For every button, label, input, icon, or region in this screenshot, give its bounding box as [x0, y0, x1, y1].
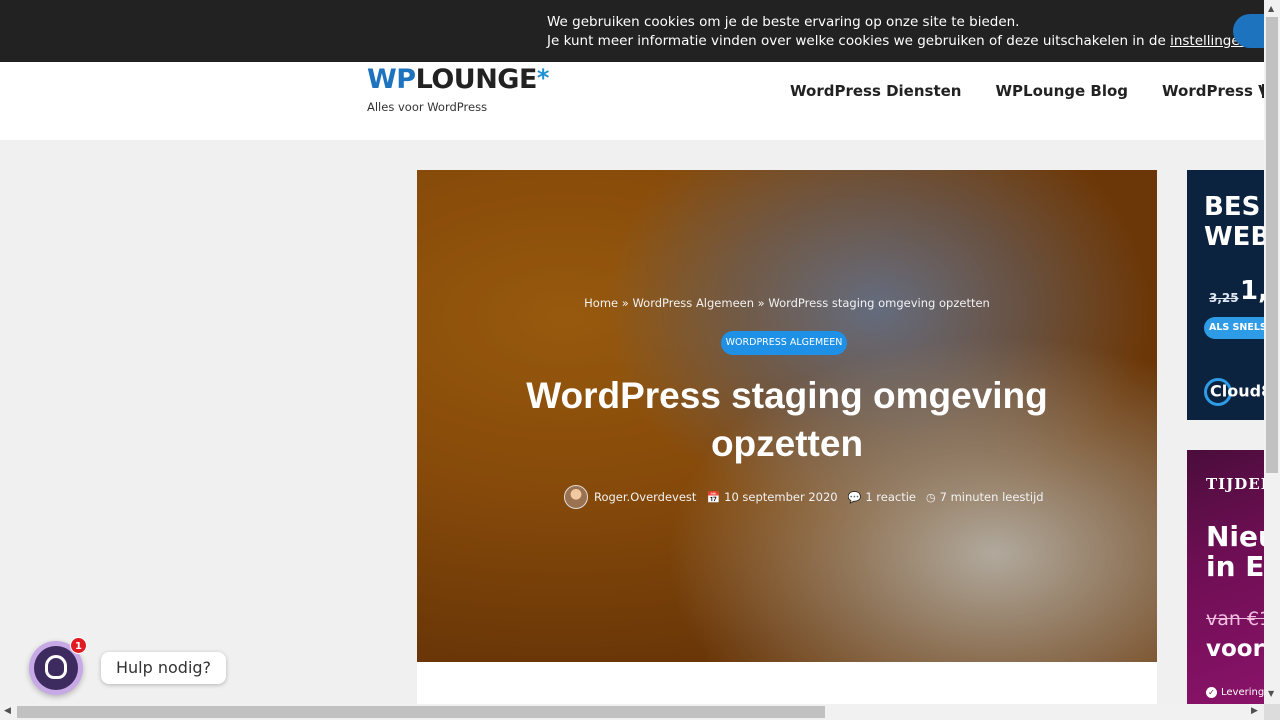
scroll-down-arrow-icon[interactable]: ▼ — [1268, 689, 1274, 698]
ad1-pill: ALS SNELS — [1204, 317, 1264, 339]
hero-content: Home » WordPress Algemeen » WordPress st… — [417, 170, 1157, 662]
site-header: WPLOUNGE* Alles voor WordPress WordPress… — [0, 62, 1264, 140]
site-logo[interactable]: WPLOUNGE* — [367, 64, 549, 95]
scrollbar-corner — [1264, 704, 1280, 720]
chat-notification-badge: 1 — [70, 637, 87, 654]
chat-headset-icon — [45, 655, 67, 679]
ad1-title-line2: WEB — [1204, 222, 1264, 252]
scroll-up-arrow-icon[interactable]: ▲ — [1268, 4, 1274, 13]
main-nav: WordPress Diensten WPLounge Blog WordPre… — [790, 82, 1264, 100]
logo-star: * — [536, 64, 550, 92]
cookie-notice-line2-text: Je kunt meer informatie vinden over welk… — [547, 33, 1171, 49]
post-date: 10 september 2020 — [724, 490, 838, 504]
ad1-title-line1: BES — [1204, 192, 1261, 222]
ad2-tag: TIJDEL — [1206, 475, 1264, 493]
logo-wp: WP — [367, 64, 416, 95]
cookie-notice-text: We gebruiken cookies om je de beste erva… — [547, 13, 1253, 51]
ad1-new-price: 1, — [1240, 276, 1264, 306]
nav-item-wordpress-videos[interactable]: WordPress Video’s — [1162, 82, 1264, 100]
ad1-logo: Cloud86 — [1204, 378, 1264, 406]
ad2-check-text: Levering — [1221, 687, 1264, 698]
comment-count[interactable]: 1 reactie — [865, 490, 916, 504]
article-title: WordPress staging omgeving opzetten — [526, 375, 1048, 464]
ad2-title-line2: in El — [1206, 550, 1264, 583]
article-hero: Home » WordPress Algemeen » WordPress st… — [417, 170, 1157, 662]
calendar-icon: 📅 — [706, 490, 721, 504]
horizontal-scroll-thumb[interactable] — [17, 706, 825, 718]
ad2-title: Nieu in El — [1206, 522, 1264, 582]
chat-launcher-inner — [34, 646, 78, 690]
ad2-new-price: voor — [1206, 636, 1264, 662]
check-icon: ✓ — [1206, 687, 1217, 698]
cookie-notice-line2: Je kunt meer informatie vinden over welk… — [547, 32, 1253, 51]
ad1-old-price: 3,25 — [1209, 291, 1239, 305]
cookie-notice-bar: We gebruiken cookies om je de beste erva… — [0, 0, 1264, 62]
author-avatar[interactable] — [564, 485, 588, 509]
author-name[interactable]: Roger.Overdevest — [594, 490, 696, 504]
vertical-scrollbar[interactable]: ▲ ▼ — [1264, 0, 1280, 704]
nav-item-wordpress-diensten[interactable]: WordPress Diensten — [790, 82, 962, 100]
scroll-right-arrow-icon[interactable]: ▶ — [1251, 706, 1258, 716]
category-badge[interactable]: WORDPRESS ALGEMEEN — [721, 331, 847, 355]
cookie-accept-button[interactable] — [1233, 14, 1264, 48]
chat-help-label[interactable]: Hulp nodig? — [101, 652, 227, 684]
scroll-left-arrow-icon[interactable]: ◀ — [4, 706, 11, 716]
ad2-old-price: van €1 — [1206, 608, 1264, 630]
site-tagline: Alles voor WordPress — [367, 100, 488, 114]
breadcrumb[interactable]: Home » WordPress Algemeen » WordPress st… — [417, 296, 1157, 310]
ad2-title-line1: Nieu — [1206, 520, 1264, 553]
sidebar-ad-cloud86[interactable]: BES WEB 3,25 1, ALS SNELS Cloud86 — [1187, 170, 1264, 420]
comments-icon: 💬 — [847, 490, 862, 504]
nav-item-wplounge-blog[interactable]: WPLounge Blog — [996, 82, 1129, 100]
sidebar-ad-elementor[interactable]: TIJDEL Nieu in El van €1 voor ✓ Levering — [1187, 450, 1264, 710]
clock-icon: ◷ — [925, 490, 936, 504]
horizontal-scrollbar[interactable]: ◀ ▶ — [0, 704, 1264, 720]
cookie-notice-line1: We gebruiken cookies om je de beste erva… — [547, 14, 1020, 30]
logo-lounge: LOUNGE — [415, 64, 538, 95]
vertical-scroll-thumb[interactable] — [1266, 17, 1278, 473]
read-time: 7 minuten leestijd — [939, 490, 1044, 504]
ad2-check-item: ✓ Levering — [1206, 687, 1264, 698]
ad1-logo-text: Cloud86 — [1210, 381, 1264, 401]
article-meta: Roger.Overdevest 📅 10 september 2020 💬 1… — [564, 485, 1044, 509]
ad1-title: BES WEB — [1204, 192, 1264, 252]
